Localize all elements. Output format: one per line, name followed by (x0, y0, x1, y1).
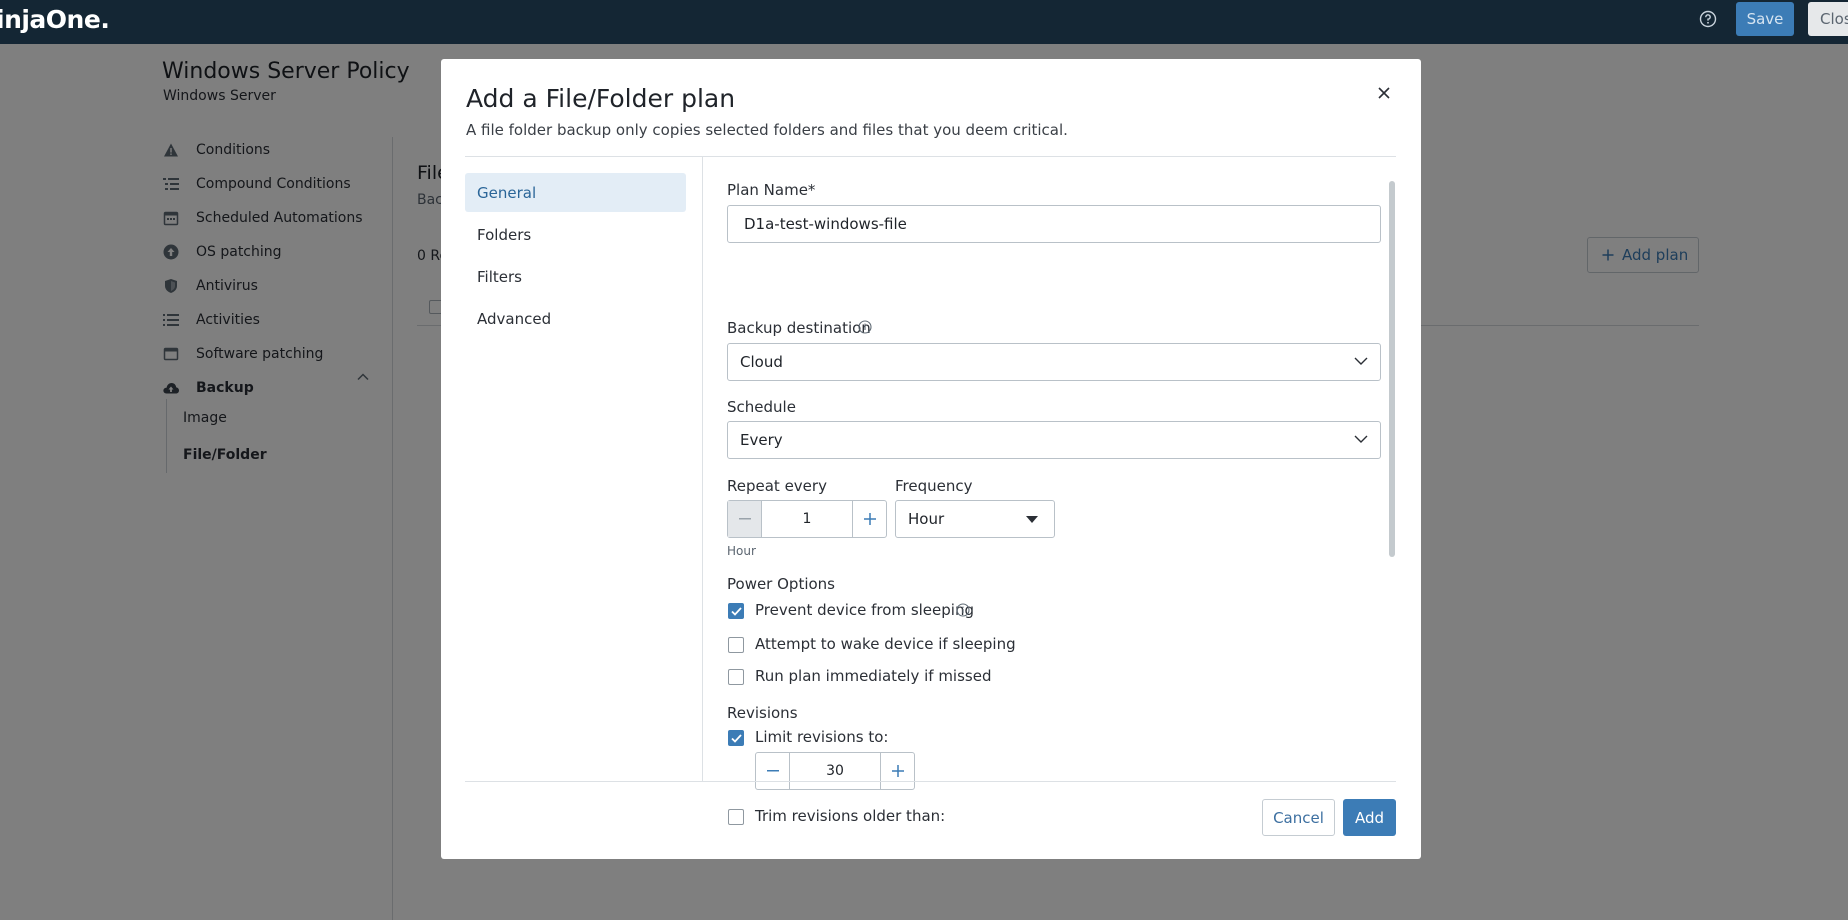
schedule-select[interactable]: Every (727, 421, 1381, 459)
backup-destination-select[interactable]: Cloud (727, 343, 1381, 381)
info-icon[interactable] (956, 603, 970, 617)
modal-title: Add a File/Folder plan (466, 84, 736, 113)
modal-tabs: General Folders Filters Advanced (465, 173, 686, 341)
check-icon (730, 606, 742, 616)
add-plan-modal: Add a File/Folder plan A file folder bac… (441, 59, 1421, 859)
tab-general[interactable]: General (465, 173, 686, 212)
trim-revisions-checkbox[interactable] (728, 809, 744, 825)
app-logo: injaOne. (0, 5, 110, 34)
modal-footer-divider (465, 781, 1396, 782)
close-icon[interactable] (1376, 85, 1392, 101)
wake-device-label: Attempt to wake device if sleeping (755, 635, 1016, 653)
limit-revisions-label: Limit revisions to: (755, 728, 889, 746)
modal-description: A file folder backup only copies selecte… (466, 121, 1068, 139)
modal-divider (465, 156, 1396, 157)
backup-destination-value: Cloud (740, 353, 783, 371)
caret-down-icon (1026, 516, 1038, 523)
tab-filters[interactable]: Filters (465, 257, 686, 296)
wake-device-checkbox[interactable] (728, 637, 744, 653)
top-close-button[interactable]: Clos (1808, 2, 1848, 36)
plus-icon (863, 513, 876, 525)
limit-revisions-input[interactable]: 30 (790, 753, 880, 789)
decrement-button[interactable] (756, 753, 790, 789)
increment-button[interactable] (852, 501, 886, 537)
increment-button[interactable] (880, 753, 914, 789)
prevent-sleep-label: Prevent device from sleeping (755, 601, 974, 619)
decrement-button[interactable] (728, 501, 762, 537)
repeat-hint: Hour (727, 544, 756, 558)
minus-icon (738, 518, 751, 520)
repeat-every-input[interactable]: 1 (762, 501, 852, 537)
schedule-label: Schedule (727, 398, 796, 416)
run-if-missed-checkbox[interactable] (728, 669, 744, 685)
plus-icon (891, 765, 904, 777)
form-scrollbar[interactable] (1389, 181, 1395, 557)
trim-revisions-label: Trim revisions older than: (755, 807, 946, 825)
backup-destination-label: Backup destination (727, 319, 871, 337)
run-if-missed-label: Run plan immediately if missed (755, 667, 992, 685)
top-save-button[interactable]: Save (1736, 2, 1794, 36)
top-bar: injaOne. Save Clos (0, 0, 1848, 44)
schedule-value: Every (740, 431, 783, 449)
frequency-select[interactable]: Hour (895, 500, 1055, 538)
frequency-label: Frequency (895, 477, 973, 495)
prevent-sleep-checkbox[interactable] (728, 603, 744, 619)
help-circle-icon[interactable] (1699, 10, 1717, 28)
frequency-value: Hour (908, 510, 945, 528)
limit-revisions-checkbox[interactable] (728, 730, 744, 746)
revisions-label: Revisions (727, 704, 798, 722)
info-icon[interactable] (858, 320, 872, 334)
check-icon (730, 733, 742, 743)
chevron-down-icon (1354, 357, 1368, 365)
tab-advanced[interactable]: Advanced (465, 299, 686, 338)
plan-name-label: Plan Name* (727, 181, 816, 199)
minus-icon (766, 770, 779, 772)
tab-folders[interactable]: Folders (465, 215, 686, 254)
modal-tabs-divider (702, 157, 703, 781)
cancel-button[interactable]: Cancel (1262, 799, 1335, 836)
repeat-every-stepper: 1 (727, 500, 887, 538)
plan-name-input[interactable]: D1a-test-windows-file (727, 205, 1381, 243)
repeat-every-label: Repeat every (727, 477, 827, 495)
add-button[interactable]: Add (1343, 799, 1396, 836)
limit-revisions-stepper: 30 (755, 752, 915, 790)
power-options-label: Power Options (727, 575, 835, 593)
chevron-down-icon (1354, 435, 1368, 443)
